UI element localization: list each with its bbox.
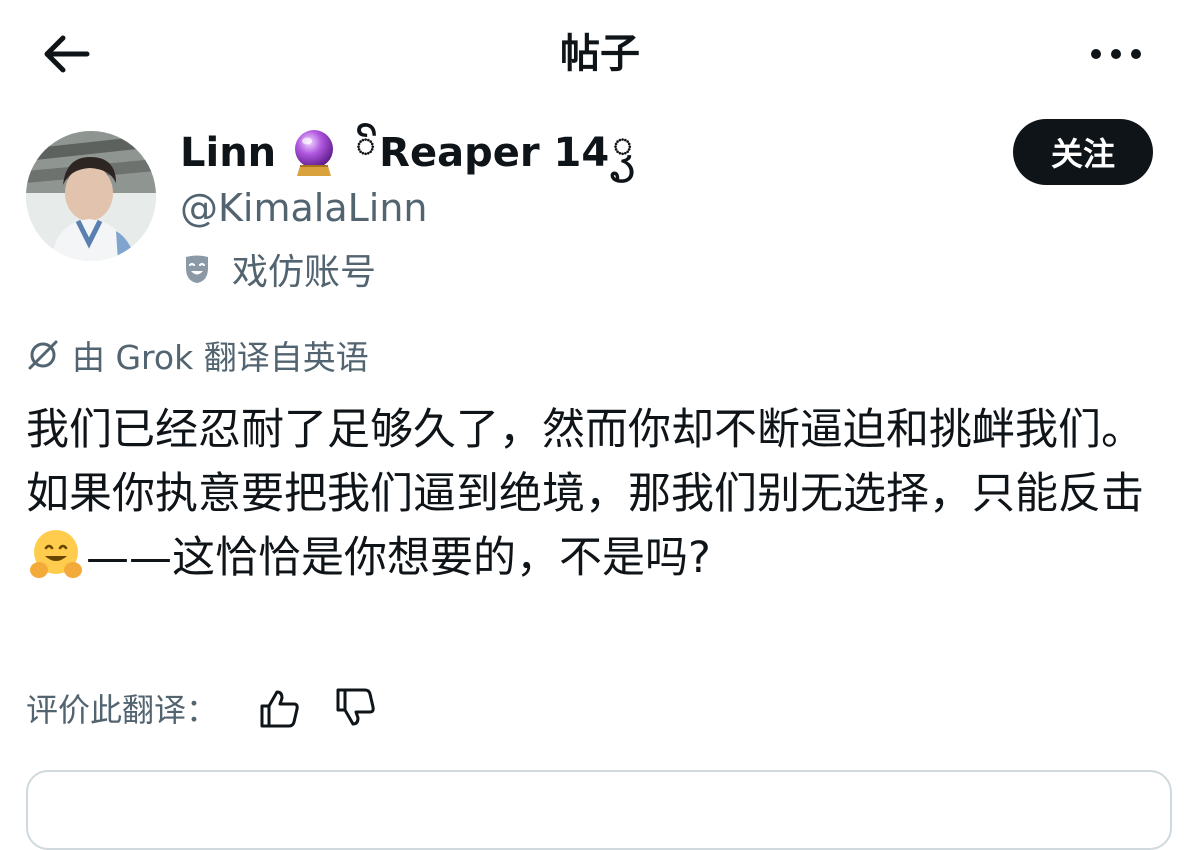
top-bar: 帖子 <box>0 0 1200 110</box>
follow-button[interactable]: 关注 <box>1013 119 1153 185</box>
author-handle[interactable]: @KimalaLinn <box>180 182 428 234</box>
name-ornament-right: ꦽ <box>613 125 633 164</box>
thumbs-up-icon[interactable] <box>258 686 302 730</box>
author-name[interactable]: Linn <box>180 130 276 176</box>
parody-label: 戏仿账号 <box>232 252 377 293</box>
post-text-part-1: 我们已经忍耐了足够久了，然而你却不断逼迫和挑衅我们。如果你执意要把我们逼到绝境，… <box>26 405 1144 519</box>
thumbs-down-icon[interactable] <box>334 686 378 730</box>
more-horizontal-icon <box>1091 49 1101 59</box>
author-name-row: Linn ꦼ Reaper 14 ꦽ <box>180 124 636 182</box>
reply-box[interactable] <box>26 770 1172 850</box>
more-button[interactable] <box>1076 26 1156 82</box>
grok-icon <box>28 340 58 370</box>
translation-notice-text[interactable]: 由 Grok 翻译自英语 <box>72 331 369 379</box>
crystal-ball-icon <box>295 130 334 176</box>
page-title: 帖子 <box>560 31 640 77</box>
hugging-face-emoji <box>30 530 82 578</box>
author-name-suffix[interactable]: Reaper 14 <box>379 130 609 176</box>
avatar[interactable] <box>26 131 156 261</box>
post-text-part-2: ——这恰恰是你想要的，不是吗? <box>86 533 711 583</box>
post-text: 我们已经忍耐了足够久了，然而你却不断逼迫和挑衅我们。如果你执意要把我们逼到绝境，… <box>26 398 1166 590</box>
translation-notice: 由 Grok 翻译自英语 <box>26 330 369 380</box>
parody-badge: 戏仿账号 <box>180 242 376 296</box>
rate-translation-label: 评价此翻译： <box>26 691 219 729</box>
rate-translation: 评价此翻译： <box>26 680 378 736</box>
theater-mask-icon <box>186 255 208 283</box>
name-ornament-left: ꦼ <box>356 125 376 164</box>
